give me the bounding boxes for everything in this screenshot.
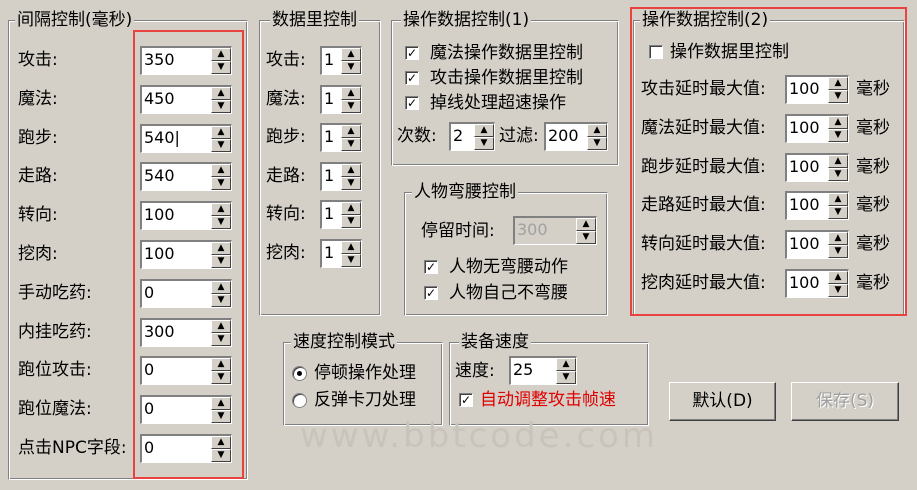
count-spinner[interactable]: 1 ▲ ▼: [320, 200, 362, 230]
count-spinner[interactable]: 1 ▲ ▼: [320, 46, 362, 75]
interval-highlight-box: [133, 30, 244, 479]
speed-label: 速度:: [455, 361, 495, 381]
spin-up-icon[interactable]: ▲: [341, 86, 361, 100]
count-row-label: 挖肉:: [266, 243, 306, 263]
spin-up-icon[interactable]: ▲: [576, 218, 596, 231]
save-button[interactable]: 保存(S): [791, 382, 899, 421]
spin-up-icon[interactable]: ▲: [341, 125, 361, 139]
op1-check-label: 魔法操作数据里控制: [430, 43, 583, 63]
interval-row-label: 攻击:: [18, 50, 58, 70]
op1-checkbox[interactable]: ✓: [405, 46, 419, 60]
count-group-title: 数据里控制: [270, 10, 359, 30]
times-label: 次数:: [397, 126, 437, 146]
interval-row-label: 跑位攻击:: [18, 360, 92, 381]
interval-group-title: 间隔控制(毫秒): [15, 10, 135, 30]
watermark-text: www.bbtcode.com: [300, 416, 659, 456]
interval-row-label: 跑位魔法:: [18, 399, 92, 420]
stay-time-label: 停留时间:: [421, 221, 495, 241]
speed-mode-group: [283, 342, 443, 426]
speed-mode-radio[interactable]: [292, 366, 307, 381]
count-spinner[interactable]: 1 ▲ ▼: [320, 239, 362, 268]
count-row-label: 攻击:: [266, 50, 306, 70]
spin-up-icon[interactable]: ▲: [341, 163, 361, 177]
spin-down-icon[interactable]: ▼: [587, 137, 607, 150]
interval-row-label: 挖肉:: [18, 244, 58, 264]
op1-checkbox[interactable]: ✓: [405, 96, 419, 110]
default-button[interactable]: 默认(D): [669, 382, 776, 421]
stay-time-value[interactable]: 300: [515, 218, 576, 244]
spin-down-icon[interactable]: ▼: [341, 138, 361, 152]
equip-group-title: 装备速度: [459, 332, 531, 352]
filter-spinner[interactable]: 200 ▲ ▼: [544, 122, 608, 151]
bend-check-label: 人物自己不弯腰: [449, 283, 568, 303]
count-spinner-value[interactable]: 1: [322, 48, 341, 74]
op2-highlight-box: [630, 7, 907, 316]
bend-check-label: 人物无弯腰动作: [449, 257, 568, 277]
count-spinner[interactable]: 1 ▲ ▼: [320, 84, 362, 114]
spin-up-icon[interactable]: ▲: [587, 124, 607, 137]
speed-mode-title: 速度控制模式: [291, 332, 397, 352]
count-spinner[interactable]: 1 ▲ ▼: [320, 161, 362, 191]
bend-checkbox[interactable]: ✓: [424, 286, 438, 300]
interval-row-label: 内挂吃药:: [18, 321, 92, 342]
count-spinner-value[interactable]: 1: [322, 202, 341, 228]
count-row-label: 跑步:: [266, 127, 306, 148]
interval-row-label: 点击NPC字段:: [18, 438, 127, 458]
bend-group-title: 人物弯腰控制: [412, 182, 518, 202]
bend-checkbox[interactable]: ✓: [424, 260, 438, 274]
spin-down-icon[interactable]: ▼: [576, 231, 596, 244]
speed-mode-label: 反弹卡刀处理: [314, 390, 416, 410]
speed-mode-label: 停顿操作处理: [314, 363, 416, 383]
filter-value[interactable]: 200: [546, 124, 587, 150]
spin-down-icon[interactable]: ▼: [341, 61, 361, 74]
spin-down-icon[interactable]: ▼: [474, 137, 494, 150]
speed-mode-radio[interactable]: [292, 393, 307, 408]
spin-down-icon[interactable]: ▼: [341, 215, 361, 229]
spin-up-icon[interactable]: ▲: [556, 358, 576, 371]
spin-down-icon[interactable]: ▼: [341, 254, 361, 267]
count-row-label: 魔法:: [266, 88, 306, 109]
count-spinner-value[interactable]: 1: [322, 241, 341, 267]
op1-group-title: 操作数据控制(1): [401, 10, 532, 30]
spin-up-icon[interactable]: ▲: [341, 48, 361, 61]
equip-speed-spinner[interactable]: 25 ▲ ▼: [509, 356, 577, 385]
count-spinner-value[interactable]: 1: [322, 87, 341, 113]
interval-row-label: 魔法:: [18, 88, 58, 109]
spin-up-icon[interactable]: ▲: [341, 241, 361, 254]
count-spinner-value[interactable]: 1: [322, 125, 341, 151]
interval-row-label: 跑步:: [18, 127, 58, 148]
count-spinner-value[interactable]: 1: [322, 164, 341, 190]
times-value[interactable]: 2: [451, 124, 474, 150]
stay-time-spinner[interactable]: 300 ▲ ▼: [513, 216, 597, 245]
filter-label: 过滤:: [499, 126, 539, 146]
count-row-label: 转向:: [266, 204, 306, 225]
interval-row-label: 走路:: [18, 166, 58, 187]
op1-check-label: 攻击操作数据里控制: [430, 68, 583, 88]
op1-check-label: 掉线处理超速操作: [430, 93, 566, 113]
spin-up-icon[interactable]: ▲: [474, 124, 494, 137]
spin-up-icon[interactable]: ▲: [341, 202, 361, 216]
interval-row-label: 手动吃药:: [18, 282, 92, 303]
interval-row-label: 转向:: [18, 205, 58, 226]
spin-down-icon[interactable]: ▼: [341, 99, 361, 113]
auto-speed-label: 自动调整攻击帧速: [480, 390, 616, 410]
equip-speed-value[interactable]: 25: [511, 358, 556, 384]
auto-speed-checkbox[interactable]: ✓: [459, 393, 473, 407]
spin-down-icon[interactable]: ▼: [341, 176, 361, 190]
times-spinner[interactable]: 2 ▲ ▼: [449, 122, 495, 151]
op1-checkbox[interactable]: ✓: [405, 71, 419, 85]
spin-down-icon[interactable]: ▼: [556, 371, 576, 384]
count-spinner[interactable]: 1 ▲ ▼: [320, 123, 362, 153]
count-row-label: 走路:: [266, 165, 306, 186]
